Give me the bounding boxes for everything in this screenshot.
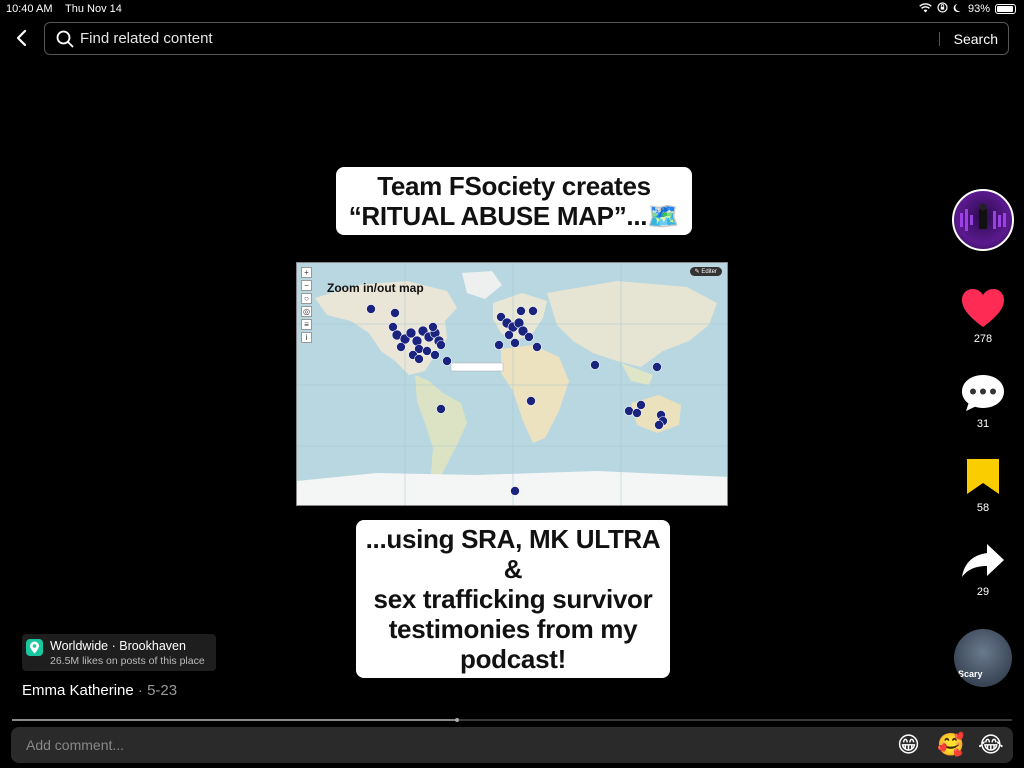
wifi-icon — [919, 2, 932, 16]
share-count: 29 — [976, 586, 990, 598]
caption-line: ...using SRA, MK ULTRA & — [365, 524, 661, 584]
caption-line-text: “RITUAL ABUSE MAP”... — [348, 201, 648, 231]
search-bar[interactable]: Search — [44, 22, 1009, 55]
avatar-image — [960, 203, 1006, 231]
sound-disc[interactable]: Scary — [954, 629, 1012, 687]
save-button[interactable]: 58 — [958, 456, 1008, 514]
like-count: 278 — [973, 333, 993, 345]
emoji-love-button[interactable]: 🥰 — [937, 733, 964, 757]
map-toolbar: + − ○ ◎ ≡ i — [301, 267, 312, 343]
chevron-left-icon — [16, 29, 27, 47]
caption-line: testimonies from my — [388, 614, 638, 644]
map-edit-badge: ✎ Editer — [689, 267, 722, 276]
author-line: Emma Katherine · 5-23 — [22, 682, 177, 699]
caption-line: podcast! — [460, 644, 566, 674]
status-time: 10:40 AM — [6, 3, 53, 15]
comment-button[interactable]: 31 — [958, 372, 1008, 430]
video-progress-bar[interactable] — [12, 718, 1012, 722]
caption-line: “RITUAL ABUSE MAP”...🗺️ — [344, 201, 684, 231]
battery-icon — [995, 4, 1016, 14]
world-map-image: + − ○ ◎ ≡ i Zoom in/out map ✎ Editer — [296, 262, 728, 506]
back-button[interactable] — [10, 26, 32, 50]
comment-input[interactable] — [26, 727, 826, 763]
search-icon — [56, 30, 74, 48]
search-divider — [939, 32, 940, 46]
map-locate-icon: ◎ — [301, 306, 312, 317]
search-button[interactable]: Search — [954, 31, 998, 47]
location-subtitle: 26.5M likes on posts of this place — [50, 655, 205, 667]
heart-icon — [962, 289, 1004, 327]
location-pin-icon — [26, 639, 43, 656]
comment-bar: 😁 🥰 😂 — [11, 727, 1013, 763]
emoji-laugh-button[interactable]: 😂 — [978, 733, 1004, 757]
orientation-lock-icon — [937, 2, 948, 16]
video-caption-top: Team FSociety creates “RITUAL ABUSE MAP”… — [336, 167, 692, 235]
caption-line: sex trafficking survivor — [373, 584, 653, 614]
save-count: 58 — [976, 502, 990, 514]
author-date-separator: · — [137, 682, 143, 699]
progress-handle[interactable] — [455, 718, 459, 722]
share-button[interactable]: 29 — [958, 540, 1008, 598]
status-date: Thu Nov 14 — [65, 3, 122, 15]
zoom-in-icon: + — [301, 267, 312, 278]
comment-count: 31 — [976, 418, 990, 430]
map-emoji-icon: 🗺️ — [647, 201, 680, 231]
location-chip[interactable]: Worldwide · Brookhaven 26.5M likes on po… — [22, 634, 216, 671]
comment-bubble-icon — [962, 375, 1004, 411]
map-layers-icon: ≡ — [301, 319, 312, 330]
search-input[interactable] — [80, 23, 940, 54]
moon-icon — [953, 3, 963, 16]
sound-label: Scary — [958, 669, 983, 679]
creator-avatar[interactable] — [952, 189, 1014, 251]
zoom-out-icon: − — [301, 280, 312, 291]
bookmark-icon — [967, 459, 999, 494]
share-arrow-icon — [962, 544, 1004, 577]
map-search-icon: ○ — [301, 293, 312, 304]
battery-percent: 93% — [967, 3, 990, 15]
location-title: Worldwide · Brookhaven — [50, 639, 186, 653]
map-info-icon: i — [301, 332, 312, 343]
video-caption-bottom: ...using SRA, MK ULTRA & sex trafficking… — [356, 520, 670, 678]
world-map-graphic — [297, 263, 727, 505]
caption-line: Team FSociety creates — [377, 171, 651, 201]
like-button[interactable]: 278 — [958, 287, 1008, 345]
progress-fill — [12, 719, 457, 721]
map-label: Zoom in/out map — [327, 281, 424, 295]
battery-fill — [997, 6, 1013, 12]
emoji-grin-button[interactable]: 😁 — [897, 733, 920, 757]
status-bar: 10:40 AM Thu Nov 14 93% — [0, 0, 1024, 18]
post-date: 5-23 — [147, 682, 178, 699]
author-name[interactable]: Emma Katherine — [22, 682, 134, 699]
status-indicators: 93% — [919, 2, 1016, 16]
